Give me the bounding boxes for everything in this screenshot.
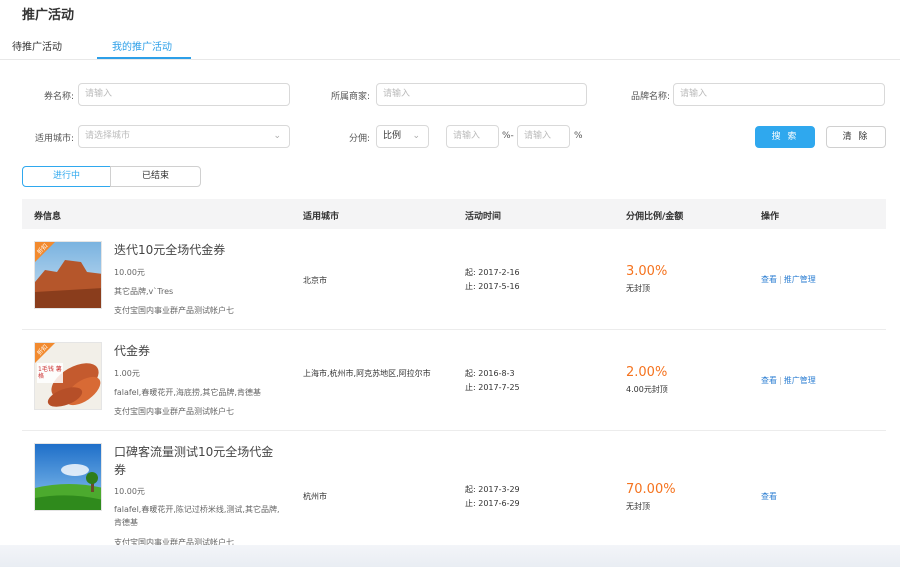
- commission-type-select[interactable]: 比例 ⌄: [376, 125, 429, 148]
- chevron-down-icon: ⌄: [273, 131, 281, 141]
- promotion-manage-link[interactable]: 推广管理: [784, 376, 816, 385]
- city-label: 适用城市:: [34, 134, 74, 144]
- row-commission-cap: 4.00元封顶: [626, 385, 668, 394]
- tab-my-promotions[interactable]: 我的推广活动: [112, 38, 172, 53]
- thumbnail-caption: 1毛钱 薯格: [38, 366, 62, 380]
- header-city: 适用城市: [303, 212, 340, 222]
- desert-landscape-image: [35, 242, 101, 308]
- table-row: 折扣 迭代10元全场代金券 10.00元 其它品牌,v`Tres 支付宝国内事业…: [22, 229, 886, 330]
- merchant-label: 所属商家:: [330, 92, 370, 102]
- coupon-brands: 其它品牌,v`Tres: [114, 287, 174, 296]
- active-tab-underline: [97, 57, 191, 59]
- tab-pending-promotions[interactable]: 待推广活动: [12, 38, 62, 53]
- tab-bar: 待推广活动 我的推广活动: [0, 30, 900, 60]
- row-commission-rate: 70.00%: [626, 482, 676, 497]
- promotion-manage-link[interactable]: 推广管理: [784, 275, 816, 284]
- city-select-placeholder: 请选择城市: [85, 131, 131, 141]
- view-link[interactable]: 查看: [761, 492, 777, 501]
- coupon-thumbnail: 折扣: [34, 241, 102, 309]
- row-city: 上海市,杭州市,阿克苏地区,阿拉尔市: [303, 369, 431, 378]
- table-row: 口碑客流量测试10元全场代金券 10.00元 falafel,春暖花开,陈记过桥…: [22, 431, 886, 551]
- bottom-fade: [0, 545, 900, 567]
- commission-max-input[interactable]: 请输入: [517, 125, 570, 148]
- coupon-brands: falafel,春暖花开,海底捞,其它品牌,肯德基: [114, 388, 261, 397]
- commission-label: 分佣:: [348, 134, 370, 144]
- chevron-down-icon: ⌄: [412, 131, 420, 141]
- row-commission-rate: 2.00%: [626, 365, 668, 380]
- merchant-input[interactable]: 请输入: [376, 83, 587, 106]
- row-start-date: 起: 2017-2-16: [465, 268, 520, 277]
- coupon-brands: falafel,春暖花开,陈记过桥米线,测试,其它品牌,肯德基: [114, 505, 280, 527]
- commission-unit: %: [574, 131, 583, 141]
- row-commission-cap: 无封顶: [626, 502, 650, 511]
- coupon-amount: 1.00元: [114, 369, 140, 378]
- brand-input[interactable]: 请输入: [673, 83, 885, 106]
- commission-min-input[interactable]: 请输入: [446, 125, 499, 148]
- view-link[interactable]: 查看: [761, 376, 777, 385]
- row-city: 北京市: [303, 276, 327, 285]
- status-toggle-ongoing[interactable]: 进行中: [22, 166, 111, 187]
- brand-label: 品牌名称:: [630, 92, 670, 102]
- clear-button[interactable]: 清 除: [826, 126, 886, 148]
- header-actions: 操作: [761, 212, 780, 222]
- page-title: 推广活动: [22, 8, 75, 23]
- header-time: 活动时间: [465, 212, 502, 222]
- coupon-account: 支付宝国内事业群产品测试帐户七: [114, 407, 234, 416]
- commission-range-separator: %-: [502, 131, 514, 141]
- row-end-date: 止: 2017-7-25: [465, 383, 520, 392]
- coupon-account: 支付宝国内事业群产品测试帐户七: [114, 306, 234, 315]
- row-start-date: 起: 2017-3-29: [465, 485, 520, 494]
- header-coupon-info: 券信息: [34, 212, 62, 222]
- status-toggle-ended[interactable]: 已结束: [110, 166, 201, 187]
- row-end-date: 止: 2017-5-16: [465, 282, 520, 291]
- header-commission: 分佣比例/金额: [626, 212, 684, 222]
- coupon-name-input[interactable]: 请输入: [78, 83, 290, 106]
- grassland-sky-image: [35, 444, 101, 510]
- coupon-thumbnail: [34, 443, 102, 511]
- coupon-amount: 10.00元: [114, 268, 145, 277]
- row-commission-cap: 无封顶: [626, 284, 650, 293]
- action-separator: |: [779, 275, 782, 284]
- table-header: 券信息 适用城市 活动时间 分佣比例/金额 操作: [22, 199, 886, 229]
- city-select[interactable]: 请选择城市 ⌄: [78, 125, 290, 148]
- row-actions: 查看: [761, 491, 777, 502]
- coupon-title: 迭代10元全场代金券: [114, 243, 226, 257]
- row-actions: 查看 | 推广管理: [761, 375, 816, 386]
- row-city: 杭州市: [303, 492, 327, 501]
- table-row: 折扣 1毛钱 薯格 代金券 1.00元 falafel,春暖花开,海底捞,其它品…: [22, 330, 886, 431]
- row-commission-rate: 3.00%: [626, 264, 668, 279]
- coupon-title: 代金券: [114, 344, 151, 358]
- coupon-amount: 10.00元: [114, 487, 145, 496]
- row-end-date: 止: 2017-6-29: [465, 499, 520, 508]
- row-start-date: 起: 2016-8-3: [465, 369, 515, 378]
- action-separator: |: [779, 376, 782, 385]
- view-link[interactable]: 查看: [761, 275, 777, 284]
- coupon-title: 口碑客流量测试10元全场代金券: [114, 445, 274, 477]
- row-actions: 查看 | 推广管理: [761, 274, 816, 285]
- coupon-name-label: 券名称:: [43, 92, 74, 102]
- search-button[interactable]: 搜 索: [755, 126, 815, 148]
- commission-type-value: 比例: [383, 131, 402, 141]
- coupon-thumbnail: 折扣 1毛钱 薯格: [34, 342, 102, 410]
